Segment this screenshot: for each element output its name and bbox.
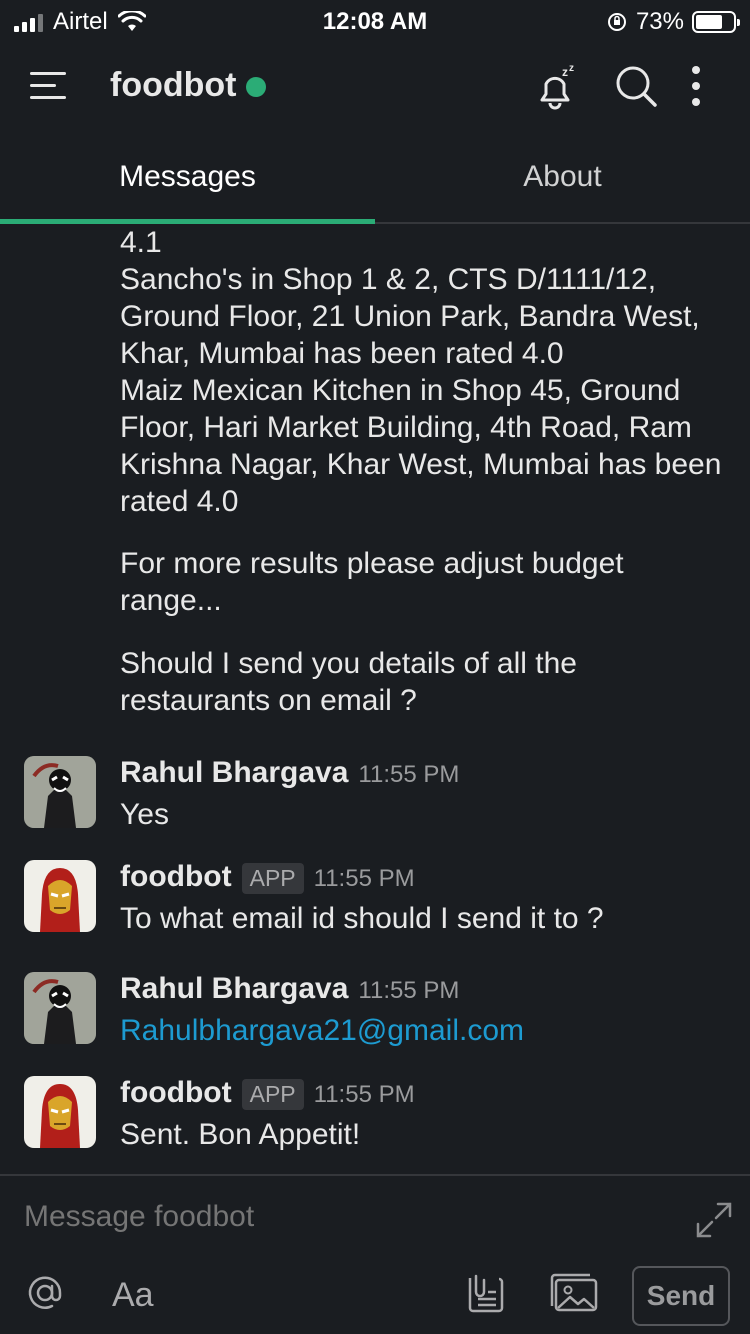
email-link[interactable]: Rahulbhargava21@gmail.com bbox=[120, 1014, 524, 1048]
message-text: Yes bbox=[120, 798, 169, 831]
user-avatar-icon bbox=[24, 756, 96, 828]
bot-avatar-icon bbox=[24, 860, 96, 932]
message-time: 11:55 PM bbox=[358, 977, 460, 1004]
message-composer: Aa Send bbox=[0, 1174, 750, 1334]
snooze-bell-icon[interactable]: z z bbox=[530, 62, 580, 112]
search-icon[interactable] bbox=[612, 62, 660, 110]
bot-message-text: Should I send you details of all the res… bbox=[120, 647, 577, 717]
avatar[interactable] bbox=[24, 860, 96, 932]
tab-about[interactable]: About bbox=[375, 160, 750, 194]
expand-icon[interactable] bbox=[694, 1200, 734, 1240]
sender-name[interactable]: Rahul Bhargava bbox=[120, 972, 348, 1006]
message-input[interactable] bbox=[24, 1200, 664, 1234]
svg-text:z: z bbox=[569, 63, 574, 74]
svg-text:z: z bbox=[562, 65, 568, 79]
user-avatar-icon bbox=[24, 972, 96, 1044]
tab-messages[interactable]: Messages bbox=[0, 160, 375, 194]
app-badge: APP bbox=[241, 863, 304, 894]
menu-icon[interactable] bbox=[30, 68, 66, 104]
message-time: 11:55 PM bbox=[313, 1081, 415, 1108]
battery-icon bbox=[692, 11, 740, 33]
sender-name[interactable]: Rahul Bhargava bbox=[120, 756, 348, 790]
channel-header: foodbot z z bbox=[0, 42, 750, 132]
more-vertical-icon[interactable] bbox=[686, 62, 706, 110]
file-attach-icon[interactable] bbox=[466, 1272, 506, 1314]
send-button[interactable]: Send bbox=[632, 1266, 730, 1326]
message-text: To what email id should I send it to ? bbox=[120, 902, 604, 935]
channel-title[interactable]: foodbot bbox=[110, 66, 237, 105]
bot-message-text: 4.1 Sancho's in Shop 1 & 2, CTS D/1111/1… bbox=[120, 226, 722, 518]
bot-avatar-icon bbox=[24, 1076, 96, 1148]
message-time: 11:55 PM bbox=[358, 761, 460, 788]
tab-bar: Messages About bbox=[0, 132, 750, 224]
bot-message-text: For more results please adjust budget ra… bbox=[120, 547, 624, 617]
format-text-button[interactable]: Aa bbox=[112, 1276, 154, 1315]
message-text: Sent. Bon Appetit! bbox=[120, 1118, 361, 1151]
avatar[interactable] bbox=[24, 972, 96, 1044]
presence-indicator bbox=[246, 77, 266, 97]
avatar[interactable] bbox=[24, 756, 96, 828]
photo-gallery-icon[interactable] bbox=[548, 1272, 600, 1314]
rotation-lock-icon bbox=[607, 13, 626, 31]
sender-name[interactable]: foodbot bbox=[120, 1076, 232, 1110]
message-list[interactable]: 4.1 Sancho's in Shop 1 & 2, CTS D/1111/1… bbox=[0, 224, 750, 1174]
battery-percent: 73% bbox=[635, 8, 684, 35]
status-bar: Airtel 12:08 AM 73% bbox=[0, 0, 750, 42]
app-badge: APP bbox=[241, 1079, 304, 1110]
sender-name[interactable]: foodbot bbox=[120, 860, 232, 894]
avatar[interactable] bbox=[24, 1076, 96, 1148]
message-time: 11:55 PM bbox=[313, 865, 415, 892]
mention-icon[interactable] bbox=[24, 1272, 66, 1314]
